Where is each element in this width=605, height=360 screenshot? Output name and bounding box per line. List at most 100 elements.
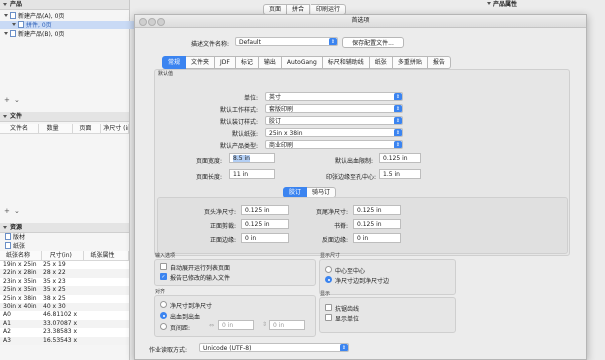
margin-input-3[interactable]: 0.125 in (353, 219, 401, 229)
document-icon (10, 30, 16, 37)
encoding-label: 作业读取方式: (149, 347, 188, 354)
more-options-icon[interactable]: ⌄ (14, 207, 20, 215)
table-row[interactable]: A0 46.81102 x 3... (0, 311, 129, 320)
files-table-header: 文件名 数量 页面 净尺寸 (in (0, 124, 129, 134)
table-row[interactable]: 23in x 35in 35 x 23 (0, 277, 129, 287)
column-filename[interactable]: 文件名 (0, 124, 39, 133)
column-paper-attributes[interactable]: 纸张属性 (84, 251, 129, 260)
table-row[interactable]: 25in x 35in 35 x 25 (0, 286, 129, 295)
default-select-2[interactable]: 胶订 ⇕ (265, 116, 403, 125)
default-select-3[interactable]: 25in x 38in ⇕ (265, 128, 403, 137)
display-size-label-1: 净尺寸边到净尺寸边 (335, 278, 390, 285)
align-radio-0[interactable] (160, 301, 167, 308)
tab-7[interactable]: 纸张 (369, 56, 393, 69)
dropdown-arrow-icon: ⇕ (394, 93, 402, 100)
encoding-select[interactable]: Unicode (UTF-8) ⇕ (199, 343, 349, 352)
tab-2[interactable]: JDF (215, 56, 236, 69)
column-count[interactable]: 数量 (39, 124, 74, 133)
column-paper-size[interactable]: 尺寸(in) (42, 251, 85, 260)
tab-8[interactable]: 多重拼贴 (392, 56, 428, 69)
vertical-spacing-icon: ⇕ (262, 321, 268, 328)
table-row[interactable]: A1 33.07087 x 2... (0, 319, 129, 329)
import-option-checkbox-0[interactable] (160, 263, 167, 270)
tab-1[interactable]: 文件夹 (186, 56, 216, 69)
paper-size-cell: 16.53543 x 1... (43, 336, 79, 344)
page-height-label: 页面长度: (196, 174, 223, 181)
show-option-checkbox-1[interactable] (325, 314, 332, 321)
table-row[interactable]: 22in x 28in 28 x 22 (0, 269, 129, 278)
margin-label-4: 正面边缘: (209, 237, 236, 244)
files-header[interactable]: 文件 (0, 112, 129, 122)
default-select-4[interactable]: 商业印刷 ⇕ (265, 140, 403, 149)
table-row[interactable]: 25in x 38in 38 x 25 (0, 294, 129, 303)
column-paper-name[interactable]: 纸张名称 (0, 251, 42, 260)
default-value-3: 25in x 38in (269, 130, 303, 137)
save-profile-button[interactable]: 保存配置文件... (342, 37, 404, 48)
paper-icon (5, 242, 11, 249)
resource-item-paper[interactable]: 纸张 (0, 242, 129, 251)
sheet-edge-input[interactable]: 1.5 in (379, 169, 421, 179)
margin-input-5[interactable]: 0 in (353, 233, 401, 243)
tab-3[interactable]: 标记 (235, 56, 259, 69)
tree-item-gang[interactable]: 拼件, 0页 (0, 21, 141, 29)
display-size-radio-0[interactable] (325, 266, 332, 273)
tab-5[interactable]: AutoGang (281, 56, 323, 69)
column-pages[interactable]: 页面 (73, 124, 102, 133)
tab-6[interactable]: 标尺和辅助线 (322, 56, 370, 69)
resource-item-plate[interactable]: 版材 (0, 233, 129, 242)
page-height-input[interactable]: 11 in (229, 169, 275, 179)
defaults-title: 默认值 (158, 71, 174, 77)
default-value-1: 套版印刷 (269, 106, 294, 113)
paper-attribute-cell (79, 303, 122, 311)
paper-size-cell: 23.38583 x 1... (43, 328, 79, 336)
tab-4[interactable]: 输出 (258, 56, 282, 69)
resources-header[interactable]: 资源 (0, 223, 129, 233)
product-properties-header[interactable]: 产品属性 (477, 0, 605, 9)
import-option-checkbox-1[interactable]: ✓ (160, 273, 167, 280)
tree-item-product-a[interactable]: 新建产品(A), 0页 (4, 12, 64, 20)
tab-9[interactable]: 报告 (427, 56, 451, 69)
show-option-checkbox-0[interactable] (325, 304, 332, 311)
paper-attribute-cell (79, 295, 122, 303)
align-radio-1[interactable] (160, 312, 167, 319)
default-select-0[interactable]: 英寸 ⇕ (265, 92, 403, 101)
horizontal-spacing-input[interactable]: 0 in (218, 320, 254, 330)
margin-input-4[interactable]: 0 in (241, 233, 289, 243)
margin-input-0[interactable]: 0.125 in (241, 205, 289, 215)
display-size-radio-1[interactable] (325, 276, 332, 283)
more-options-icon[interactable]: ⌄ (14, 96, 20, 104)
profile-select[interactable]: Default ⇕ (235, 37, 338, 46)
add-file-button[interactable]: + (4, 207, 10, 215)
show-option-label-0: 抗锯齿线 (335, 306, 360, 313)
paper-name-cell: 30in x 40in (3, 302, 37, 310)
margin-label-2: 正面剪裁: (209, 223, 236, 230)
default-select-1[interactable]: 套版印刷 ⇕ (265, 104, 403, 113)
paper-size-cell: 28 x 22 (43, 269, 66, 277)
paper-name-cell: 25in x 38in (3, 294, 37, 302)
page-width-input[interactable]: 8.5 in (229, 153, 275, 163)
default-label-0: 单位: (243, 95, 258, 102)
align-label-0: 净尺寸到净尺寸 (170, 303, 213, 310)
margin-input-2[interactable]: 0.125 in (241, 219, 289, 229)
align-radio-2[interactable] (160, 323, 167, 330)
paper-size-cell: 46.81102 x 3... (43, 311, 79, 319)
display-size-title: 显示尺寸 (320, 253, 341, 259)
margin-input-1[interactable]: 0.125 in (353, 205, 401, 215)
paper-attribute-cell (79, 278, 122, 286)
products-header[interactable]: 产品 (0, 0, 129, 10)
bleed-limit-input[interactable]: 0.125 in (379, 153, 421, 163)
column-trim-size[interactable]: 净尺寸 (in (101, 124, 129, 133)
table-row[interactable]: 19in x 25in 25 x 19 (0, 261, 129, 270)
vertical-spacing-input[interactable]: 0 in (269, 320, 305, 330)
tab-0[interactable]: 常规 (162, 56, 187, 69)
table-row[interactable]: 30in x 40in 40 x 30 (0, 302, 129, 312)
preferences-dialog: 首选项 描述文件名称: Default ⇕ 保存配置文件... 常规 文件夹 JDF 标… (134, 14, 587, 360)
dropdown-arrow-icon: ⇕ (394, 117, 402, 124)
dialog-title-bar[interactable]: 首选项 (135, 15, 586, 28)
add-product-button[interactable]: + (4, 96, 10, 104)
tree-item-product-b[interactable]: 新建产品(B), 0页 (4, 30, 64, 38)
default-label-3: 默认纸张: (231, 131, 258, 138)
table-row[interactable]: A2 23.38583 x 1... (0, 328, 129, 337)
paper-name-cell: 19in x 25in (3, 261, 37, 268)
table-row[interactable]: A3 16.53543 x 1... (0, 336, 129, 345)
